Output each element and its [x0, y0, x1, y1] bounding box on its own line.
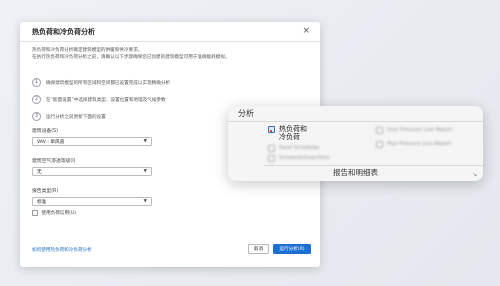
intro-line-2: 在执行热负荷和冷负荷分析之前，请确认以下步骤确保您已创建的建筑模型可用于准确能耗…	[32, 55, 230, 60]
heating-cooling-loads-icon	[268, 126, 275, 133]
panel-schedules-label: Panel Schedules	[279, 145, 320, 151]
panel-schedules-button[interactable]: Panel Schedules	[268, 144, 320, 152]
step-number: 2	[32, 95, 41, 104]
chevron-down-icon: ▼	[143, 139, 147, 144]
heating-cooling-loads-label: 热负荷和冷负荷	[279, 125, 307, 141]
duct-pressure-loss-report-button[interactable]: Duct Pressure Loss Report	[376, 126, 452, 134]
dialog-launcher-icon[interactable]: ↘	[473, 172, 477, 178]
tab-analyze[interactable]: 分析	[228, 106, 264, 122]
report-type-label: 报告类型(R)	[32, 189, 59, 194]
pipe-pressure-loss-label: Pipe Pressure Loss Report	[387, 141, 452, 147]
dialog-title: 热负荷和冷负荷分析	[32, 27, 95, 36]
step-number: 1	[32, 78, 41, 87]
pipe-pressure-loss-report-button[interactable]: Pipe Pressure Loss Report	[376, 140, 451, 148]
schedule-icon	[268, 155, 275, 162]
report-type-select[interactable]: 标准 ▼	[32, 197, 152, 206]
ribbon-zoom-panel: 分析 热负荷和冷负荷 Panel Schedules Schedule/Quan…	[228, 106, 483, 181]
step-text: 确保建筑模型的所有区域和空间都已设置完成以实现精确分析	[46, 80, 171, 86]
step-text: 在“能量设置”中选择建筑类型、设置位置和地理及气候参数	[46, 97, 166, 103]
report-type-value: 标准	[37, 199, 47, 205]
schedules-quantities-button[interactable]: Schedule/Quantities	[268, 154, 329, 162]
close-icon[interactable]: ×	[302, 27, 310, 36]
steps-list: 1 确保建筑模型的所有区域和空间都已设置完成以实现精确分析 2 在“能量设置”中…	[32, 74, 170, 125]
intro-line-1: 热负荷和冷负荷分析确定建筑模型的供暖和供冷要求。	[32, 48, 143, 53]
building-service-select[interactable]: VAV - 单风道 ▼	[32, 137, 152, 146]
step-item: 2 在“能量设置”中选择建筑类型、设置位置和地理及气候参数	[32, 91, 170, 108]
ribbon-divider	[264, 121, 483, 122]
outdoor-air-select[interactable]: 无 ▼	[32, 167, 152, 176]
panel-schedule-icon	[268, 145, 275, 152]
use-load-credits-label: 使用负荷信用(U)	[41, 211, 77, 216]
cancel-button[interactable]: 取消	[248, 244, 269, 254]
dialog-intro: 热负荷和冷负荷分析确定建筑模型的供暖和供冷要求。 在执行热负荷和冷负荷分析之前，…	[32, 47, 302, 61]
building-service-value: VAV - 单风道	[37, 139, 65, 145]
run-analysis-button[interactable]: 运行分析(R)	[273, 244, 311, 254]
dialog-header: 热负荷和冷负荷分析 ×	[20, 22, 320, 42]
step-text: 运行分析之前更新下面的设置	[46, 114, 106, 120]
chevron-down-icon: ▼	[143, 199, 147, 204]
schedules-quantities-label: Schedule/Quantities	[279, 155, 330, 161]
ribbon-group-label: 报告和明细表	[333, 168, 378, 177]
ribbon-group-divider	[264, 165, 483, 166]
outdoor-air-value: 无	[37, 169, 42, 175]
building-service-label: 建筑设备(S)	[32, 129, 58, 134]
duct-report-icon	[376, 127, 383, 134]
pipe-report-icon	[376, 141, 383, 148]
use-load-credits-row: 使用负荷信用(U)	[32, 210, 76, 216]
outdoor-air-label: 建筑空气渗透等级(I)	[32, 159, 76, 164]
step-number: 3	[32, 112, 41, 121]
heating-cooling-loads-button[interactable]: 热负荷和冷负荷	[268, 125, 313, 141]
duct-pressure-loss-label: Duct Pressure Loss Report	[387, 127, 453, 133]
use-load-credits-checkbox[interactable]	[32, 210, 38, 216]
step-item: 1 确保建筑模型的所有区域和空间都已设置完成以实现精确分析	[32, 74, 170, 91]
chevron-down-icon: ▼	[143, 169, 147, 174]
help-link[interactable]: 如何使用热负荷和冷负荷分析	[32, 247, 92, 253]
step-item: 3 运行分析之前更新下面的设置	[32, 108, 170, 125]
